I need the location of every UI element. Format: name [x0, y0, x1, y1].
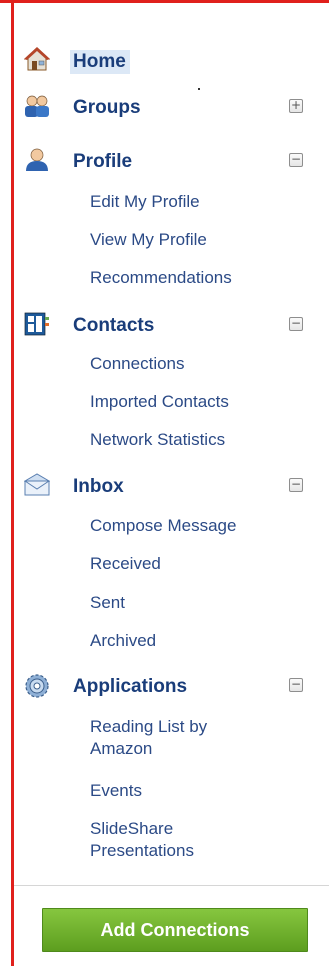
apps-link-slideshare[interactable]: SlideShare Presentations	[90, 818, 230, 862]
stray-dot	[198, 88, 200, 90]
groups-label: Groups	[73, 97, 141, 118]
contacts-label: Contacts	[73, 315, 155, 336]
nav-item-home[interactable]: Home	[23, 44, 324, 74]
groups-icon	[24, 94, 49, 118]
nav-item-groups[interactable]: Groups +	[24, 91, 324, 121]
applications-collapse-toggle[interactable]: −	[289, 678, 303, 692]
profile-label: Profile	[73, 151, 133, 172]
inbox-collapse-toggle[interactable]: −	[289, 478, 303, 492]
apps-link-reading-list[interactable]: Reading List by Amazon	[90, 716, 250, 760]
profile-collapse-toggle[interactable]: −	[289, 153, 303, 167]
contacts-icon	[24, 312, 49, 336]
add-connections-button[interactable]: Add Connections	[42, 908, 308, 952]
nav-item-applications[interactable]: Applications −	[24, 670, 324, 700]
applications-icon	[24, 673, 49, 698]
nav-item-contacts[interactable]: Contacts −	[24, 309, 324, 339]
profile-link-edit[interactable]: Edit My Profile	[90, 191, 300, 213]
contacts-link-imported[interactable]: Imported Contacts	[90, 391, 300, 413]
inbox-icon	[23, 473, 51, 497]
nav-item-inbox[interactable]: Inbox −	[23, 470, 324, 500]
nav-item-profile[interactable]: Profile −	[24, 145, 324, 175]
profile-link-recommendations[interactable]: Recommendations	[90, 267, 300, 289]
applications-label: Applications	[73, 676, 188, 697]
inbox-label: Inbox	[73, 476, 124, 497]
home-label: Home	[70, 50, 130, 74]
apps-link-events[interactable]: Events	[90, 780, 300, 802]
inbox-link-archived[interactable]: Archived	[90, 630, 300, 652]
profile-link-view[interactable]: View My Profile	[90, 229, 300, 251]
profile-icon	[24, 148, 48, 172]
groups-expand-toggle[interactable]: +	[289, 99, 303, 113]
inbox-link-compose[interactable]: Compose Message	[90, 515, 300, 537]
inbox-link-received[interactable]: Received	[90, 553, 300, 575]
inbox-link-sent[interactable]: Sent	[90, 592, 300, 614]
contacts-collapse-toggle[interactable]: −	[289, 317, 303, 331]
section-divider	[14, 885, 329, 886]
contacts-link-network-statistics[interactable]: Network Statistics	[90, 429, 300, 451]
home-icon	[23, 47, 51, 71]
contacts-link-connections[interactable]: Connections	[90, 353, 300, 375]
